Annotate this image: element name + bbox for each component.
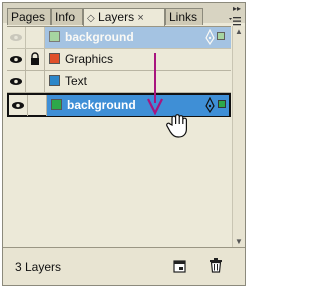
layers-scrollbar[interactable]: ▲ ▼ (232, 26, 245, 248)
layer-name: Graphics (65, 52, 114, 66)
layers-panel: Pages Info ◇ Layers × Links ▸▸ backgroun… (2, 2, 246, 286)
visibility-toggle[interactable] (7, 71, 26, 92)
visibility-toggle[interactable] (7, 49, 26, 70)
layer-name-cell[interactable]: background (45, 27, 231, 48)
layer-row-graphics[interactable]: Graphics (7, 49, 231, 71)
tab-info-label: Info (55, 10, 76, 24)
scroll-up-icon[interactable]: ▲ (233, 26, 245, 38)
tab-pages[interactable]: Pages (7, 8, 51, 25)
new-layer-icon[interactable] (173, 260, 186, 273)
drag-arrow-icon (147, 53, 163, 115)
lock-toggle[interactable] (26, 49, 45, 70)
collapse-icon[interactable]: ▸▸ (233, 4, 241, 13)
pen-icon (205, 29, 215, 45)
layer-name: background (65, 30, 134, 44)
eye-icon (10, 34, 22, 41)
eye-icon (12, 102, 24, 109)
panel-menu-icon[interactable] (229, 17, 241, 26)
panel-footer: 3 Layers (3, 247, 245, 285)
layer-color-swatch (49, 31, 60, 42)
layer-color-swatch (49, 53, 60, 64)
layer-name: background (67, 98, 136, 112)
lock-toggle[interactable] (26, 71, 45, 92)
tab-layers-label: Layers (98, 10, 135, 24)
eye-icon (10, 56, 22, 63)
lock-toggle[interactable] (26, 27, 45, 48)
hand-cursor-icon (166, 114, 187, 138)
panel-tab-bar: Pages Info ◇ Layers × Links ▸▸ (3, 3, 245, 26)
layer-count: 3 Layers (15, 260, 62, 274)
eye-icon (10, 78, 22, 85)
tab-links[interactable]: Links (165, 8, 203, 25)
lock-icon (31, 52, 39, 65)
layer-name-cell[interactable]: Graphics (45, 49, 231, 70)
tab-grip-icon: ◇ (87, 13, 95, 24)
tab-links-label: Links (169, 10, 198, 24)
visibility-toggle[interactable] (7, 27, 26, 48)
tab-info[interactable]: Info (51, 8, 83, 25)
layer-row-drag-ghost: background (7, 27, 231, 49)
tab-close-icon[interactable]: × (137, 12, 143, 24)
layer-name-cell[interactable]: Text (45, 71, 231, 92)
pen-icon (205, 97, 215, 113)
layer-name: Text (65, 74, 88, 88)
layer-row-text[interactable]: Text (7, 71, 231, 93)
tab-layers[interactable]: ◇ Layers × (83, 8, 165, 26)
lock-toggle[interactable] (28, 95, 47, 116)
layers-list: background Graphics Text background (7, 26, 231, 249)
trash-icon[interactable] (209, 258, 223, 273)
layer-name-cell[interactable]: background (47, 95, 229, 116)
layer-color-swatch (49, 75, 60, 86)
tab-pages-label: Pages (11, 10, 46, 24)
layer-target-square[interactable] (218, 100, 226, 108)
layer-color-swatch (51, 99, 62, 110)
visibility-toggle[interactable] (9, 95, 28, 116)
layer-target-square[interactable] (217, 32, 225, 40)
layer-row-background[interactable]: background (7, 93, 231, 117)
